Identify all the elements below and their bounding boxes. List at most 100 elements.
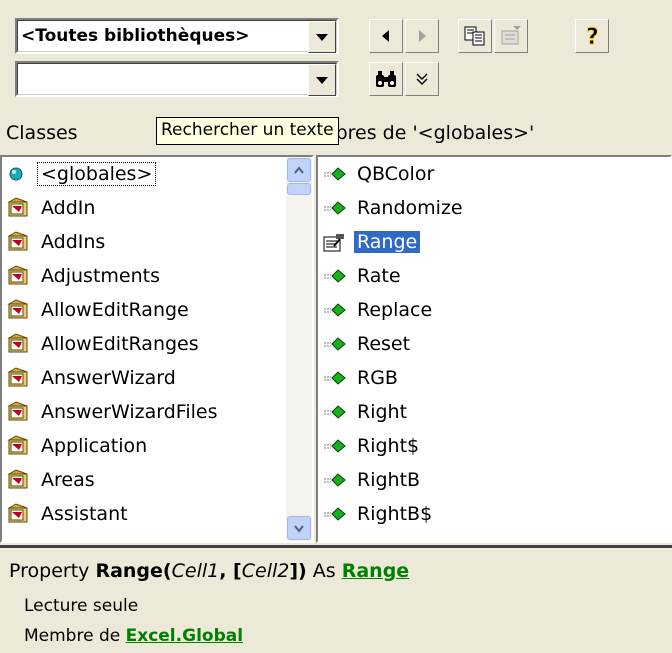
class-icon [6,231,32,253]
classes-list[interactable]: <globales> AddIn AddIns Adjustments AllowEdi… [0,155,314,543]
back-button[interactable] [369,19,403,53]
class-icon [6,503,32,525]
method-icon [322,367,348,389]
library-combo-value: <Toutes bibliothèques> [21,26,250,46]
class-icon [6,197,32,219]
readonly-label: Lecture seule [24,596,139,616]
view-definition-button[interactable] [494,19,528,53]
forward-arrow-icon [419,30,426,42]
library-dropdown-button[interactable] [308,21,336,53]
property-icon [322,231,348,253]
class-list-item[interactable]: Application [2,429,288,463]
method-icon [322,265,348,287]
class-list-item-label: <globales> [36,162,157,186]
search-button[interactable] [369,62,403,96]
chevron-down-icon [294,525,304,533]
class-icon [6,401,32,423]
method-icon [322,401,348,423]
method-icon [322,435,348,457]
class-icon [6,367,32,389]
member-list-item[interactable]: RightB$ [318,497,670,531]
chevron-down-icon [316,76,328,84]
details-pane: Property Range(Cell1, [Cell2]) As Range … [0,545,672,653]
method-icon [322,333,348,355]
global-class-link[interactable]: Global [182,626,243,646]
chevron-down-icon [416,73,428,85]
members-header-label: Membres de '<globales>' [322,122,535,144]
member-list-item[interactable]: Range [318,225,670,259]
class-list-item-label: AnswerWizard [41,367,176,389]
member-list-item[interactable]: QBColor [318,157,670,191]
class-list-item[interactable]: <globales> [2,157,288,191]
toggle-results-button[interactable] [405,62,439,96]
class-list-item-label: AddIn [41,197,96,219]
class-list-item[interactable]: AnswerWizard [2,361,288,395]
member-list-item-label: Replace [357,299,433,321]
help-button[interactable]: ? [575,19,609,53]
class-list-item-label: Assistant [41,503,128,525]
range-type-link[interactable]: Range [342,560,409,582]
chevron-up-icon [294,166,304,174]
help-icon: ? [586,25,600,48]
copy-icon [464,26,485,46]
member-signature: Property Range(Cell1, [Cell2]) As Range [9,560,410,582]
class-list-item-label: AnswerWizardFiles [41,401,218,423]
class-list-item-label: Areas [41,469,95,491]
method-icon [322,503,348,525]
method-icon [322,299,348,321]
chevron-down-icon [316,33,328,41]
member-list-item[interactable]: Randomize [318,191,670,225]
classes-header: Classes [6,122,78,144]
member-list-item-label: Right$ [357,435,420,457]
class-list-item[interactable]: AddIn [2,191,288,225]
method-icon [322,163,348,185]
class-list-item[interactable]: AllowEditRanges [2,327,288,361]
members-header: Membres de '<globales>' [322,122,672,156]
back-arrow-icon [382,30,389,42]
class-list-item[interactable]: Areas [2,463,288,497]
method-icon [322,197,348,219]
svg-text:?: ? [586,25,599,48]
class-list-item[interactable]: AddIns [2,225,288,259]
class-list-item[interactable]: Adjustments [2,259,288,293]
member-list-item[interactable]: Right$ [318,429,670,463]
scroll-down-button[interactable] [287,516,311,540]
class-list-item[interactable]: Assistant [2,497,288,531]
class-icon [6,469,32,491]
globals-icon [6,163,32,185]
search-tooltip: Rechercher un texte [156,117,339,145]
member-list-item-label: Reset [357,333,411,355]
class-list-item[interactable]: AnswerWizardFiles [2,395,288,429]
member-list-item[interactable]: RightB [318,463,670,497]
class-list-item-label: AddIns [41,231,106,253]
member-list-item[interactable]: RGB [318,361,670,395]
member-list-item[interactable]: Right [318,395,670,429]
class-list-item-label: AllowEditRanges [41,333,199,355]
class-list-item-label: Application [41,435,148,457]
scroll-thumb[interactable] [287,183,311,195]
forward-button[interactable] [405,19,439,53]
member-list-item-label: Rate [357,265,401,287]
search-combo[interactable] [15,61,339,97]
class-list-item-label: Adjustments [41,265,160,287]
member-list-item-label: Range [354,231,421,253]
member-list-item[interactable]: Reset [318,327,670,361]
class-icon [6,435,32,457]
classes-scrollbar[interactable] [286,157,312,541]
member-list-item[interactable]: Replace [318,293,670,327]
class-icon [6,333,32,355]
search-dropdown-button[interactable] [308,64,336,96]
scroll-up-button[interactable] [287,158,311,182]
member-list-item-label: RightB [357,469,421,491]
member-list-item-label: RightB$ [357,503,433,525]
binoculars-icon [376,71,396,87]
view-definition-icon [501,26,521,45]
member-list-item-label: Randomize [357,197,463,219]
excel-library-link[interactable]: Excel [126,626,176,646]
members-list[interactable]: QBColor Randomize Range Rate Replace Reset RGB… [316,155,672,543]
library-combo[interactable]: <Toutes bibliothèques> [15,18,339,54]
class-list-item[interactable]: AllowEditRange [2,293,288,327]
member-list-item[interactable]: Rate [318,259,670,293]
member-list-item-label: Right [357,401,408,423]
copy-button[interactable] [458,19,492,53]
